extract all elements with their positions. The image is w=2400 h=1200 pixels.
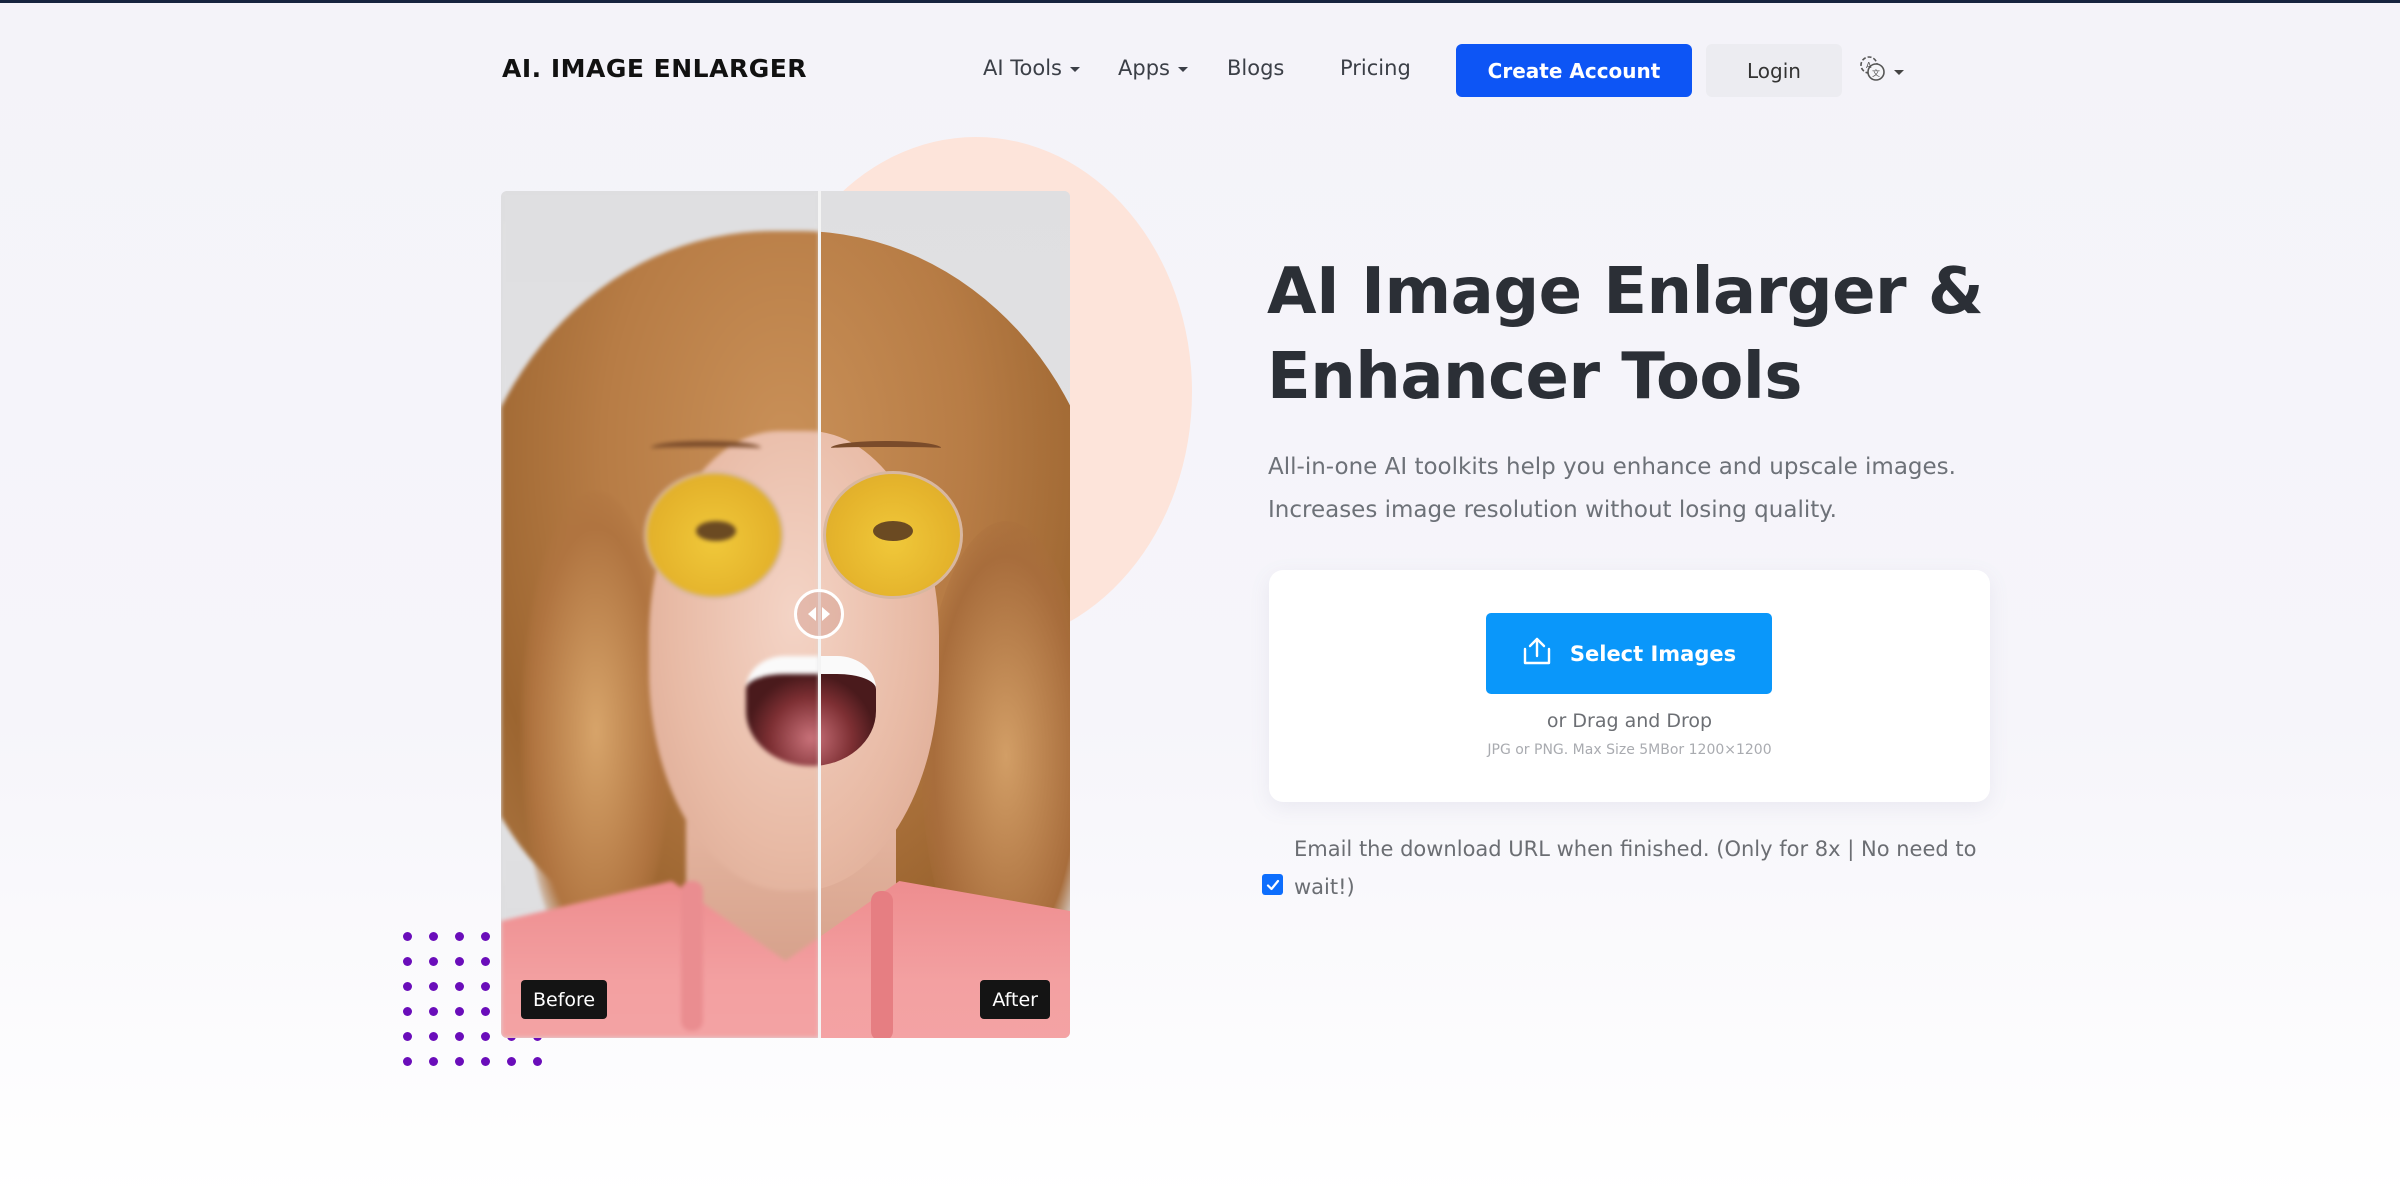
before-image <box>501 191 819 1038</box>
decorative-dot <box>429 1007 438 1016</box>
hero-title: AI Image Enlarger & Enhancer Tools <box>1267 250 2027 420</box>
decorative-dot <box>481 957 490 966</box>
email-url-label[interactable]: Email the download URL when finished. (O… <box>1294 830 1994 906</box>
decorative-dot <box>403 982 412 991</box>
nav-pricing[interactable]: Pricing <box>1340 56 1411 80</box>
decorative-dot <box>481 1032 490 1041</box>
arrow-right-icon <box>822 607 830 621</box>
decorative-dot <box>455 982 464 991</box>
nav-blogs[interactable]: Blogs <box>1227 56 1284 80</box>
decorative-dot <box>429 982 438 991</box>
nav-apps-label: Apps <box>1118 56 1170 80</box>
decorative-dot <box>507 1057 516 1066</box>
login-button[interactable]: Login <box>1706 44 1842 97</box>
decorative-dot <box>429 1057 438 1066</box>
before-after-comparison[interactable]: Before After <box>501 191 1070 1038</box>
nav-ai-tools[interactable]: AI Tools <box>983 56 1080 80</box>
decorative-dot <box>455 957 464 966</box>
upload-dropzone[interactable]: Select Images or Drag and Drop JPG or PN… <box>1269 570 1990 802</box>
decorative-dot <box>403 1032 412 1041</box>
hero-subtitle-line2: Increases image resolution without losin… <box>1268 497 1837 523</box>
decorative-dot <box>533 1057 542 1066</box>
decorative-dot <box>429 932 438 941</box>
create-account-button[interactable]: Create Account <box>1456 44 1692 97</box>
decorative-dot <box>481 1057 490 1066</box>
translate-icon: A 文 <box>1858 54 1888 89</box>
after-label: After <box>980 980 1050 1019</box>
nav-blogs-label: Blogs <box>1227 56 1285 80</box>
hero-title-line2: Enhancer Tools <box>1267 340 1802 414</box>
hero-subtitle-line1: All-in-one AI toolkits help you enhance … <box>1268 454 1956 480</box>
comparison-slider-handle[interactable] <box>794 589 844 639</box>
nav-pricing-label: Pricing <box>1340 56 1411 80</box>
decorative-dot <box>455 1057 464 1066</box>
decorative-dot <box>455 1007 464 1016</box>
before-label: Before <box>521 980 608 1019</box>
site-logo[interactable]: AI. IMAGE ENLARGER <box>502 54 807 83</box>
top-border <box>0 0 2400 3</box>
chevron-down-icon <box>1069 66 1080 72</box>
language-selector[interactable]: A 文 <box>1858 54 1904 89</box>
chevron-down-icon <box>1177 66 1188 72</box>
decorative-dot <box>455 932 464 941</box>
hero-subtitle: All-in-one AI toolkits help you enhance … <box>1268 446 2028 532</box>
decorative-dot <box>429 957 438 966</box>
decorative-dot <box>481 932 490 941</box>
select-images-button[interactable]: Select Images <box>1486 613 1772 694</box>
decorative-dot <box>403 932 412 941</box>
decorative-dot <box>455 1032 464 1041</box>
after-image <box>819 191 1070 1038</box>
arrow-left-icon <box>808 607 816 621</box>
decorative-dot <box>403 957 412 966</box>
decorative-dot <box>481 1007 490 1016</box>
upload-icon <box>1522 636 1552 671</box>
decorative-dot <box>403 1007 412 1016</box>
nav-apps[interactable]: Apps <box>1118 56 1188 80</box>
hero-title-line1: AI Image Enlarger & <box>1267 255 1984 329</box>
decorative-dot <box>403 1057 412 1066</box>
email-url-checkbox[interactable] <box>1262 874 1283 895</box>
nav-ai-tools-label: AI Tools <box>983 56 1062 80</box>
svg-text:文: 文 <box>1872 68 1880 78</box>
decorative-dot <box>481 982 490 991</box>
chevron-down-icon <box>1894 70 1904 75</box>
file-limits-hint: JPG or PNG. Max Size 5MBor 1200×1200 <box>1487 742 1772 758</box>
select-images-label: Select Images <box>1569 641 1737 666</box>
drag-drop-hint: or Drag and Drop <box>1546 710 1713 732</box>
decorative-dot <box>429 1032 438 1041</box>
checkmark-icon <box>1266 879 1279 890</box>
